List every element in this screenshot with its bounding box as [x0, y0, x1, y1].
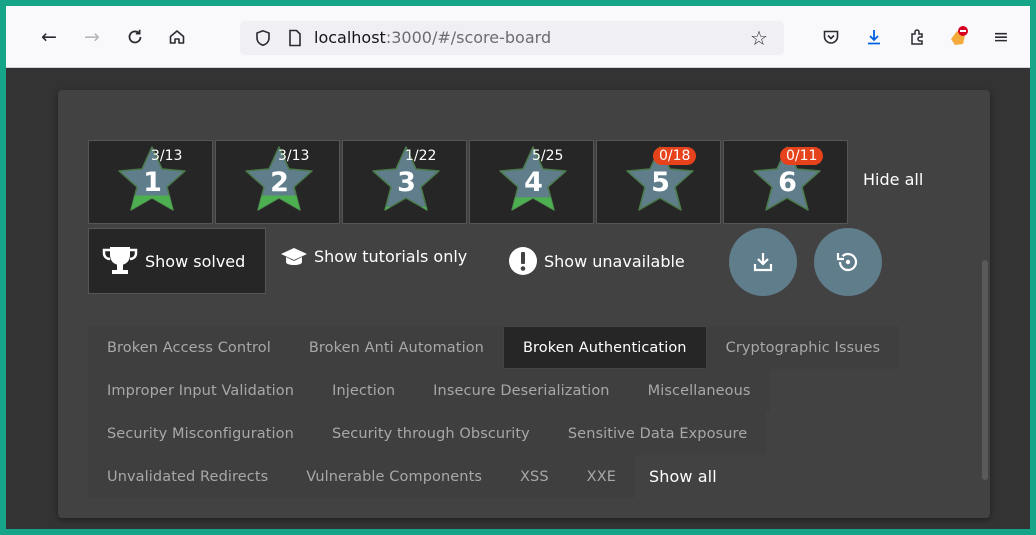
- solved-count: 1/22: [405, 148, 437, 164]
- menu-icon[interactable]: ≡: [988, 24, 1014, 50]
- show-solved-label: Show solved: [145, 251, 246, 271]
- category-chip[interactable]: Vulnerable Components: [287, 455, 502, 498]
- category-chip[interactable]: XSS: [501, 455, 568, 498]
- home-icon[interactable]: [164, 24, 190, 50]
- graduation-cap-icon: [281, 248, 307, 265]
- bookmark-star-icon[interactable]: ☆: [748, 26, 770, 50]
- hide-all-button[interactable]: Hide all: [863, 170, 923, 189]
- difficulty-tiles: 1 3/13 2 3/13 3 1/22 4 5/25 5 0/18 6 0/11: [88, 140, 848, 224]
- category-chip[interactable]: Insecure Deserialization: [414, 369, 629, 412]
- category-chip[interactable]: Security Misconfiguration: [88, 412, 313, 455]
- forward-icon[interactable]: →: [79, 24, 105, 50]
- solved-count: 0/11: [780, 147, 824, 165]
- difficulty-level: 3: [397, 167, 416, 198]
- solved-count: 5/25: [532, 148, 564, 164]
- score-board-panel: 1 3/13 2 3/13 3 1/22 4 5/25 5 0/18 6 0/11 Hide all …: [58, 90, 990, 518]
- save-download-icon: [753, 253, 773, 272]
- restore-icon: [836, 252, 858, 272]
- difficulty-level: 2: [270, 167, 289, 198]
- extension-fox-icon[interactable]: [946, 24, 972, 50]
- pocket-icon[interactable]: [818, 24, 844, 50]
- show-tutorials-toggle[interactable]: Show tutorials only: [280, 246, 467, 266]
- difficulty-tile[interactable]: 5 0/18: [596, 140, 721, 224]
- download-icon[interactable]: [861, 24, 887, 50]
- category-chip[interactable]: Cryptographic Issues: [706, 326, 900, 369]
- category-chip[interactable]: Injection: [313, 369, 415, 412]
- show-tutorials-label: Show tutorials only: [314, 246, 468, 266]
- difficulty-tile[interactable]: 6 0/11: [723, 140, 848, 224]
- difficulty-tile[interactable]: 2 3/13: [215, 140, 340, 224]
- difficulty-tile[interactable]: 1 3/13: [88, 140, 213, 224]
- category-chip[interactable]: Sensitive Data Exposure: [548, 412, 767, 455]
- difficulty-level: 5: [651, 167, 670, 198]
- solved-count: 0/18: [653, 147, 697, 165]
- show-unavailable-toggle[interactable]: Show unavailable: [508, 246, 685, 276]
- category-row: Improper Input Validation Injection Insecu…: [88, 369, 899, 412]
- save-progress-button[interactable]: [729, 228, 797, 296]
- difficulty-tile[interactable]: 3 1/22: [342, 140, 467, 224]
- category-chip[interactable]: Broken Access Control: [88, 326, 290, 369]
- category-row: Security Misconfiguration Security throug…: [88, 412, 899, 455]
- page-icon[interactable]: [284, 27, 306, 49]
- browser-toolbar: ← → localhost:3000/#/score-board ☆ ≡: [6, 6, 1030, 68]
- difficulty-level: 4: [524, 167, 543, 198]
- difficulty-level: 6: [778, 167, 797, 198]
- category-filters: Broken Access Control Broken Anti Automat…: [88, 326, 900, 498]
- show-unavailable-label: Show unavailable: [544, 251, 685, 271]
- show-solved-toggle[interactable]: Show solved: [88, 228, 266, 294]
- category-chip[interactable]: Security through Obscurity: [312, 412, 549, 455]
- category-chip[interactable]: Broken Anti Automation: [289, 326, 503, 369]
- category-chip[interactable]: Miscellaneous: [628, 369, 770, 412]
- back-icon[interactable]: ←: [36, 24, 62, 50]
- url-text[interactable]: localhost:3000/#/score-board: [314, 28, 551, 47]
- shield-icon[interactable]: [252, 27, 274, 49]
- solved-count: 3/13: [278, 148, 310, 164]
- difficulty-tile[interactable]: 4 5/25: [469, 140, 594, 224]
- difficulty-level: 1: [143, 167, 162, 198]
- category-chip[interactable]: XXE: [567, 455, 636, 498]
- trophy-icon: [102, 247, 138, 274]
- url-path: :3000/#/score-board: [385, 28, 552, 47]
- extensions-icon[interactable]: [904, 24, 930, 50]
- category-row: Broken Access Control Broken Anti Automat…: [88, 326, 900, 369]
- address-bar[interactable]: localhost:3000/#/score-board ☆: [240, 21, 784, 55]
- category-chip[interactable]: Broken Authentication: [502, 326, 707, 369]
- browser-window: ← → localhost:3000/#/score-board ☆ ≡ 1 3…: [6, 6, 1030, 529]
- url-host: localhost: [314, 28, 386, 47]
- reload-icon[interactable]: [122, 24, 148, 50]
- category-chip[interactable]: Improper Input Validation: [88, 369, 314, 412]
- exclamation-circle-icon: [509, 247, 537, 275]
- category-chip[interactable]: Unvalidated Redirects: [88, 455, 288, 498]
- restore-progress-button[interactable]: [814, 228, 882, 296]
- scrollbar[interactable]: [982, 260, 988, 480]
- show-all-button[interactable]: Show all: [635, 455, 731, 498]
- category-row: Unvalidated Redirects Vulnerable Componen…: [88, 455, 899, 498]
- score-board-page: 1 3/13 2 3/13 3 1/22 4 5/25 5 0/18 6 0/11 Hide all …: [6, 68, 1030, 529]
- solved-count: 3/13: [151, 148, 183, 164]
